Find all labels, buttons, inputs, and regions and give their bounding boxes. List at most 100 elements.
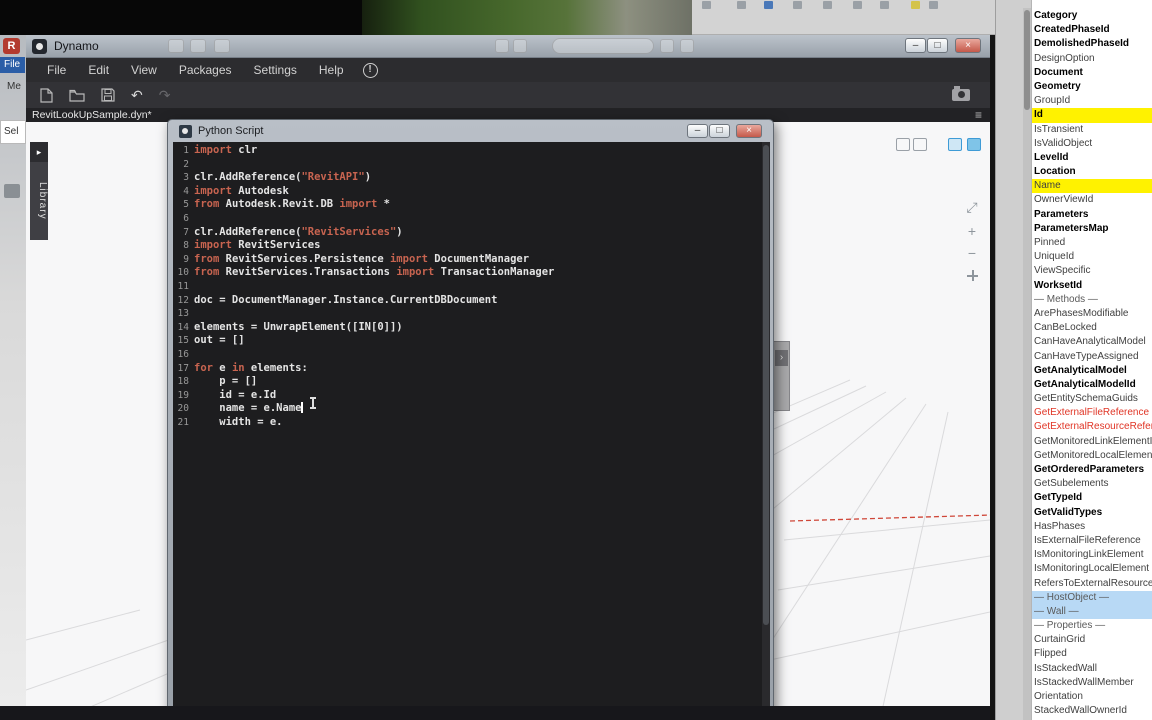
- member-row[interactable]: Parameters: [1032, 208, 1152, 222]
- python-titlebar[interactable]: Python Script – □ ×: [168, 120, 773, 142]
- code-line[interactable]: 21 width = e.: [173, 416, 770, 430]
- member-row[interactable]: GetEntitySchemaGuids: [1032, 392, 1152, 406]
- member-row[interactable]: Id: [1032, 108, 1152, 123]
- zoom-fit-icon[interactable]: ⤢: [963, 198, 981, 216]
- member-row[interactable]: IsStackedWall: [1032, 662, 1152, 676]
- sidebar-library-tab[interactable]: Library: [30, 162, 48, 240]
- member-row[interactable]: CanHaveAnalyticalModel: [1032, 335, 1152, 349]
- member-row[interactable]: LevelId: [1032, 151, 1152, 165]
- save-icon[interactable]: [101, 88, 115, 102]
- code-line[interactable]: 12 doc = DocumentManager.Instance.Current…: [173, 294, 770, 308]
- member-row[interactable]: Name: [1032, 179, 1152, 194]
- member-row[interactable]: Document: [1032, 66, 1152, 80]
- member-row[interactable]: GetAnalyticalModelId: [1032, 378, 1152, 392]
- pan-icon[interactable]: [967, 270, 978, 281]
- member-row[interactable]: GetTypeId: [1032, 491, 1152, 505]
- code-line[interactable]: 5 from Autodesk.Revit.DB import *: [173, 198, 770, 212]
- member-row[interactable]: IsMonitoringLocalElement: [1032, 562, 1152, 576]
- code-line[interactable]: 19 id = e.Id: [173, 389, 770, 403]
- member-row[interactable]: RefersToExternalResourceReferences: [1032, 577, 1152, 591]
- menu-help[interactable]: Help: [308, 58, 355, 82]
- member-row[interactable]: Geometry: [1032, 80, 1152, 94]
- member-row[interactable]: IsMonitoringLinkElement: [1032, 548, 1152, 562]
- member-row[interactable]: HasPhases: [1032, 520, 1152, 534]
- code-line[interactable]: 7 clr.AddReference("RevitServices"): [173, 226, 770, 240]
- member-row[interactable]: UniqueId: [1032, 250, 1152, 264]
- code-line[interactable]: 17 for e in elements:: [173, 362, 770, 376]
- code-line[interactable]: 10 from RevitServices.Transactions import…: [173, 266, 770, 280]
- code-line[interactable]: 2: [173, 158, 770, 172]
- python-code-client[interactable]: 1 import clr 2 3 clr.AddReference("RevitAPI"…: [173, 142, 770, 717]
- library-expand-arrow[interactable]: ▸: [30, 142, 48, 162]
- member-row[interactable]: GetMonitoredLinkElementIds: [1032, 435, 1152, 449]
- member-row[interactable]: — Methods —: [1032, 293, 1152, 307]
- code-line[interactable]: 18 p = []: [173, 375, 770, 389]
- member-row[interactable]: DesignOption: [1032, 52, 1152, 66]
- maximize-button[interactable]: □: [709, 124, 730, 138]
- code-line[interactable]: 20 name = e.Name: [173, 402, 770, 416]
- tab-menu-icon[interactable]: ≡: [975, 108, 982, 122]
- export-image-camera-icon[interactable]: [952, 86, 970, 101]
- new-file-icon[interactable]: [40, 87, 53, 103]
- node-fragment[interactable]: ›: [772, 341, 790, 411]
- member-row[interactable]: IsStackedWallMember: [1032, 676, 1152, 690]
- member-row[interactable]: Flipped: [1032, 647, 1152, 661]
- member-row[interactable]: Pinned: [1032, 236, 1152, 250]
- minimize-button[interactable]: –: [905, 38, 926, 53]
- code-line[interactable]: 11: [173, 280, 770, 294]
- code-line[interactable]: 9 from RevitServices.Persistence import D…: [173, 253, 770, 267]
- member-row[interactable]: GetValidTypes: [1032, 506, 1152, 520]
- member-row[interactable]: — HostObject —: [1032, 590, 1152, 605]
- member-row[interactable]: GetAnalyticalModel: [1032, 364, 1152, 378]
- member-row[interactable]: — Wall —: [1032, 604, 1152, 620]
- member-row[interactable]: IsExternalFileReference: [1032, 534, 1152, 548]
- menu-packages[interactable]: Packages: [168, 58, 243, 82]
- minimize-button[interactable]: –: [687, 124, 708, 138]
- member-row[interactable]: GetExternalResourceReferences: [1032, 420, 1152, 434]
- member-row[interactable]: GetSubelements: [1032, 477, 1152, 491]
- member-row[interactable]: CreatedPhaseId: [1032, 23, 1152, 37]
- zoom-in-icon[interactable]: +: [963, 222, 981, 240]
- notifications-icon[interactable]: !: [362, 62, 378, 78]
- member-row[interactable]: GetExternalFileReference: [1032, 406, 1152, 420]
- member-row[interactable]: Orientation: [1032, 690, 1152, 704]
- undo-icon[interactable]: ↶: [131, 88, 143, 102]
- maximize-button[interactable]: □: [927, 38, 948, 53]
- member-row[interactable]: Location: [1032, 165, 1152, 179]
- member-row[interactable]: StackedWallOwnerId: [1032, 704, 1152, 718]
- code-line[interactable]: 3 clr.AddReference("RevitAPI"): [173, 171, 770, 185]
- member-row[interactable]: OwnerViewId: [1032, 193, 1152, 207]
- member-row[interactable]: ParametersMap: [1032, 222, 1152, 236]
- member-row[interactable]: — Properties —: [1032, 619, 1152, 633]
- member-scrollbar[interactable]: [1023, 8, 1031, 720]
- code-line[interactable]: 16: [173, 348, 770, 362]
- member-row[interactable]: CanBeLocked: [1032, 321, 1152, 335]
- member-row[interactable]: GetOrderedParameters: [1032, 463, 1152, 477]
- code-line[interactable]: 4 import Autodesk: [173, 185, 770, 199]
- code-line[interactable]: 13: [173, 307, 770, 321]
- member-row[interactable]: Category: [1032, 9, 1152, 23]
- menu-edit[interactable]: Edit: [77, 58, 120, 82]
- code-editor[interactable]: 1 import clr 2 3 clr.AddReference("RevitAPI"…: [173, 144, 770, 429]
- member-scrollbar-thumb[interactable]: [1024, 10, 1030, 110]
- node-output-port[interactable]: ›: [775, 350, 788, 366]
- menu-settings[interactable]: Settings: [243, 58, 308, 82]
- member-row[interactable]: ViewSpecific: [1032, 264, 1152, 278]
- menu-view[interactable]: View: [120, 58, 168, 82]
- zoom-out-icon[interactable]: −: [963, 244, 981, 262]
- editor-scrollbar[interactable]: [762, 142, 770, 717]
- member-row[interactable]: IsValidObject: [1032, 137, 1152, 151]
- redo-icon[interactable]: ↷: [159, 88, 171, 102]
- open-folder-icon[interactable]: [69, 89, 85, 102]
- canvas-tool-icon[interactable]: [896, 138, 910, 151]
- menu-file[interactable]: File: [36, 58, 77, 82]
- code-line[interactable]: 15 out = []: [173, 334, 770, 348]
- member-row[interactable]: CanHaveTypeAssigned: [1032, 350, 1152, 364]
- member-row[interactable]: DemolishedPhaseId: [1032, 37, 1152, 51]
- dynamo-titlebar[interactable]: Dynamo – □ ×: [26, 35, 990, 58]
- code-line[interactable]: 14 elements = UnwrapElement([IN[0]]): [173, 321, 770, 335]
- canvas-tool-icon[interactable]: [913, 138, 927, 151]
- geometry-view-toggle-icon[interactable]: [967, 138, 981, 151]
- member-row[interactable]: GroupId: [1032, 94, 1152, 108]
- code-line[interactable]: 8 import RevitServices: [173, 239, 770, 253]
